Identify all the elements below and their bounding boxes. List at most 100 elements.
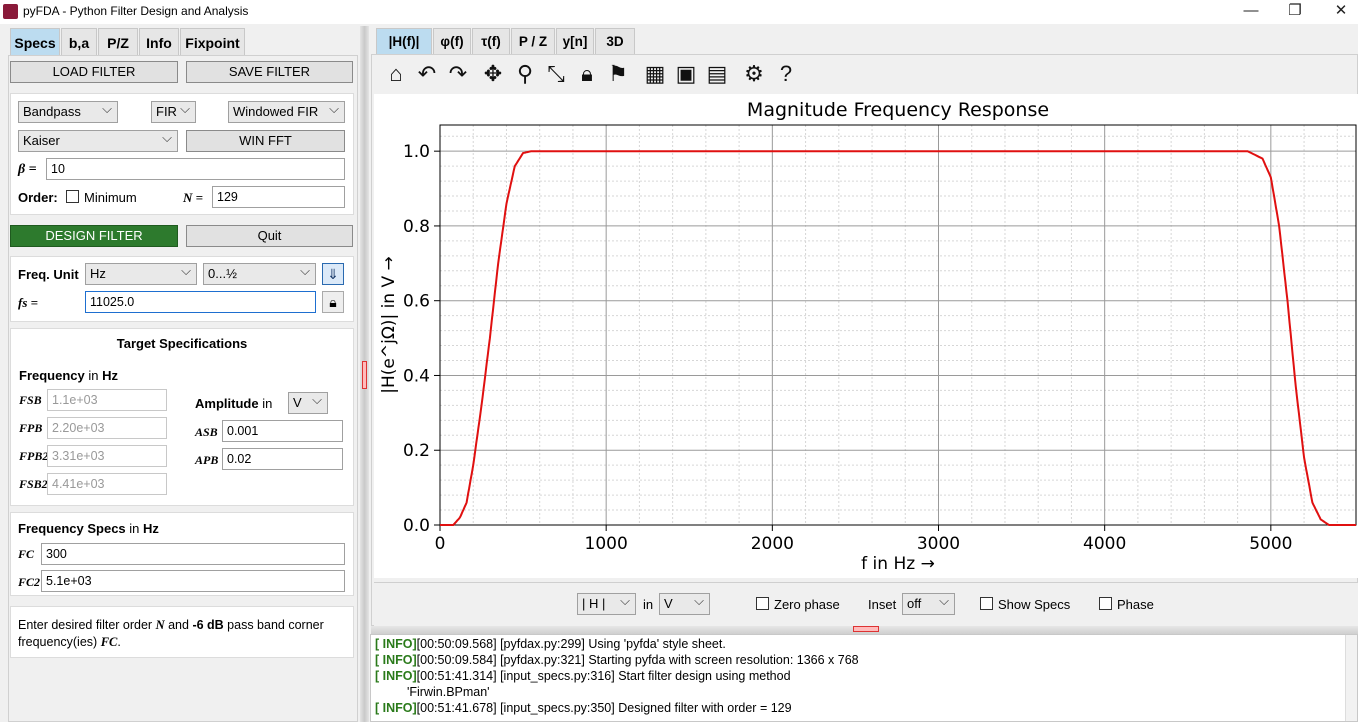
- frequency-heading: Frequency in Hz: [19, 368, 119, 383]
- tab-info[interactable]: Info: [139, 28, 179, 56]
- settings-icon[interactable]: ⚙: [740, 60, 768, 88]
- minimum-order-checkbox[interactable]: [66, 190, 79, 203]
- minimize-button[interactable]: —: [1228, 0, 1274, 24]
- tab-pole-zero[interactable]: P / Z: [511, 28, 555, 54]
- filter-type-select[interactable]: FIR: [151, 99, 196, 123]
- inset-select[interactable]: off: [902, 591, 955, 615]
- x-axis-label: f in Hz →: [861, 554, 935, 574]
- x-tick-label: 4000: [1083, 534, 1126, 554]
- magnitude-curve: [440, 150, 1356, 526]
- freq-unit-select[interactable]: Hz: [85, 261, 197, 285]
- apb-input[interactable]: 0.02: [222, 448, 343, 470]
- fc2-input[interactable]: 5.1e+03: [41, 570, 345, 592]
- clipboard-icon[interactable]: ▤: [703, 60, 731, 88]
- phase-label: Phase: [1117, 597, 1154, 612]
- apb-label: APB: [195, 453, 219, 467]
- x-tick-label: 1000: [585, 534, 628, 554]
- beta-label: β =: [18, 162, 37, 177]
- y-tick-label: 0.6: [403, 292, 430, 312]
- freq-range-select[interactable]: 0...½: [203, 261, 316, 285]
- quit-button[interactable]: Quit: [186, 225, 353, 247]
- fc2-label: FC2: [18, 575, 41, 589]
- asb-input[interactable]: 0.001: [222, 420, 343, 442]
- magnitude-select[interactable]: | H |: [577, 591, 636, 615]
- load-filter-button[interactable]: LOAD FILTER: [10, 61, 178, 83]
- in-label: in: [643, 597, 654, 612]
- design-filter-button[interactable]: DESIGN FILTER: [10, 225, 178, 247]
- log-console[interactable]: [ INFO][00:50:09.568] [pyfdax.py:299] Us…: [370, 634, 1358, 722]
- target-specs-title: Target Specifications: [116, 336, 248, 351]
- freq-unit-label: Freq. Unit: [18, 267, 79, 282]
- home-icon[interactable]: ⌂: [382, 60, 410, 88]
- log-scrollbar[interactable]: [1345, 635, 1357, 721]
- filter-order-input[interactable]: 129: [212, 186, 345, 208]
- y-axis-label: |H(e^jΩ)| in V →: [379, 256, 399, 394]
- tab-3d[interactable]: 3D: [595, 28, 635, 54]
- horizontal-splitter[interactable]: [371, 626, 1358, 634]
- restore-button[interactable]: ❐: [1272, 0, 1318, 24]
- help-icon[interactable]: ?: [772, 60, 800, 88]
- vertical-splitter[interactable]: [360, 26, 369, 722]
- magnitude-unit-select[interactable]: V: [659, 591, 710, 615]
- tab-pz[interactable]: P/Z: [98, 28, 138, 56]
- title-bar: pyFDA - Python Filter Design and Analysi…: [0, 0, 1358, 24]
- tab-ba[interactable]: b,a: [61, 28, 97, 56]
- undo-icon[interactable]: ↶: [413, 60, 441, 88]
- tab-specs[interactable]: Specs: [10, 28, 60, 56]
- chart-title: Magnitude Frequency Response: [747, 99, 1049, 121]
- fsb-input[interactable]: 1.1e+03: [47, 389, 167, 411]
- fs-input[interactable]: 11025.0: [85, 291, 316, 313]
- win-fft-button[interactable]: WIN FFT: [186, 130, 345, 152]
- fullscreen-icon[interactable]: ⤡: [542, 60, 570, 88]
- fpb2-input[interactable]: 3.31e+03: [47, 445, 167, 467]
- save-icon[interactable]: ▣: [672, 60, 700, 88]
- y-tick-label: 0.0: [403, 516, 430, 536]
- tab-fixpoint[interactable]: Fixpoint: [180, 28, 245, 56]
- fs-label: fs =: [18, 295, 39, 310]
- save-filter-button[interactable]: SAVE FILTER: [186, 61, 353, 83]
- fpb-label: FPB: [19, 421, 43, 435]
- phase-checkbox[interactable]: [1099, 597, 1112, 610]
- zoom-icon[interactable]: ⚲: [511, 60, 539, 88]
- y-tick-label: 0.8: [403, 217, 430, 237]
- marker-icon[interactable]: ⚑: [604, 60, 632, 88]
- zero-phase-label: Zero phase: [774, 597, 840, 612]
- lock-icon[interactable]: 🔒︎: [573, 60, 601, 88]
- hsplit-handle-icon[interactable]: [853, 626, 879, 632]
- tab-group-delay[interactable]: τ(f): [472, 28, 510, 54]
- splitter-handle-icon[interactable]: [362, 361, 367, 389]
- redo-icon[interactable]: ↷: [444, 60, 472, 88]
- x-tick-label: 5000: [1249, 534, 1292, 554]
- beta-input[interactable]: 10: [46, 158, 345, 180]
- asb-label: ASB: [195, 425, 218, 439]
- log-line: [ INFO][00:50:09.584] [pyfdax.py:321] St…: [375, 653, 859, 667]
- show-specs-checkbox[interactable]: [980, 597, 993, 610]
- freq-specs-heading: Frequency Specs in Hz: [18, 521, 159, 536]
- tab-magnitude[interactable]: |H(f)|: [376, 28, 432, 54]
- tab-phase[interactable]: φ(f): [433, 28, 471, 54]
- fc-input[interactable]: 300: [41, 543, 345, 565]
- minimum-label: Minimum: [84, 190, 137, 205]
- x-tick-label: 2000: [751, 534, 794, 554]
- fsb2-input[interactable]: 4.41e+03: [47, 473, 167, 495]
- amplitude-unit-select[interactable]: V: [288, 390, 328, 414]
- log-line: 'Firwin.BPman': [407, 685, 490, 699]
- tab-impulse-response[interactable]: y[n]: [556, 28, 594, 54]
- fpb2-label: FPB2: [19, 449, 49, 463]
- plot-canvas[interactable]: 0 1000 2000 3000 4000 5000 0.0 0.2 0.4 0.6 0.8 1.0 …: [374, 94, 1358, 578]
- window-select[interactable]: Kaiser: [18, 128, 178, 152]
- design-method-select[interactable]: Windowed FIR: [228, 99, 345, 123]
- fsb-label: FSB: [19, 393, 42, 407]
- fpb-input[interactable]: 2.20e+03: [47, 417, 167, 439]
- grid-icon[interactable]: ▦: [641, 60, 669, 88]
- pan-icon[interactable]: ✥: [479, 60, 507, 88]
- log-line: [ INFO][00:51:41.678] [input_specs.py:35…: [375, 701, 792, 715]
- close-button[interactable]: ✕: [1318, 0, 1358, 24]
- response-type-select[interactable]: Bandpass: [18, 99, 118, 123]
- sort-icon[interactable]: ⇓: [322, 263, 344, 285]
- log-line: [ INFO][00:50:09.568] [pyfdax.py:299] Us…: [375, 637, 726, 651]
- zero-phase-checkbox[interactable]: [756, 597, 769, 610]
- y-tick-label: 1.0: [403, 142, 430, 162]
- lock-fs-icon[interactable]: 🔒︎: [322, 291, 344, 313]
- inset-label: Inset: [868, 597, 897, 612]
